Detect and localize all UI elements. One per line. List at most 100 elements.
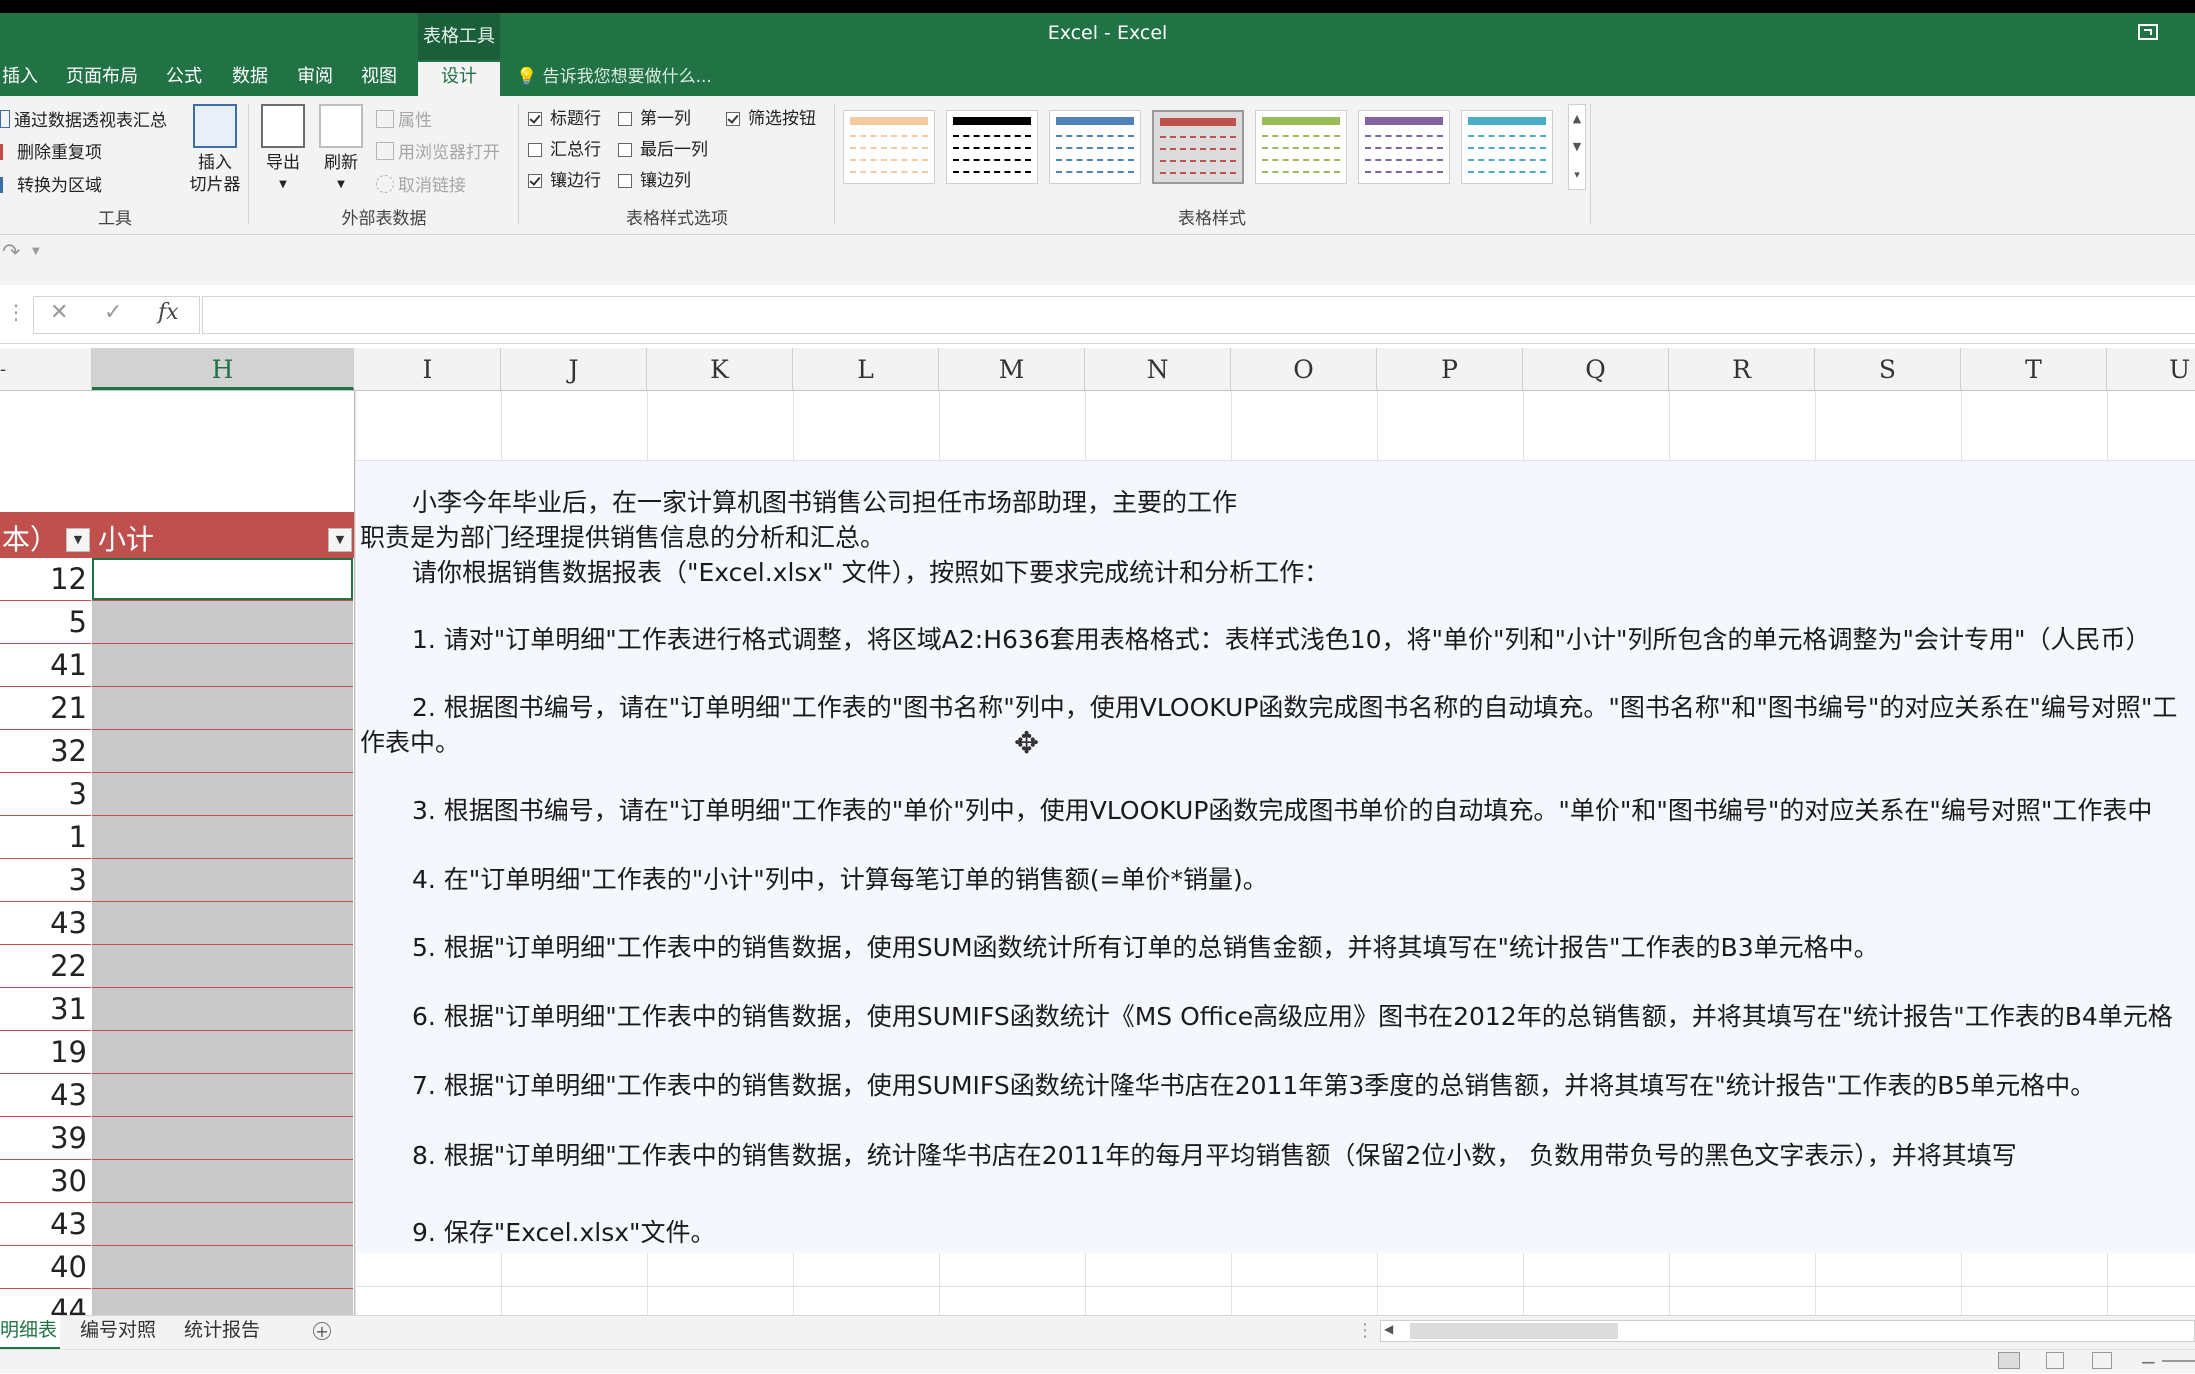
tab-data[interactable]: 数据 (232, 62, 268, 96)
option-banded-columns[interactable]: 镶边列 (618, 166, 691, 191)
table-cell-subtotal[interactable] (92, 1031, 353, 1074)
option-last-column[interactable]: 最后一列 (618, 135, 708, 160)
table-cell-quantity[interactable]: 32 (0, 730, 91, 773)
table-cell-quantity[interactable]: 19 (0, 1031, 91, 1074)
redo-icon[interactable]: ↷ (2, 240, 20, 265)
page-layout-view-icon[interactable] (2046, 1352, 2064, 1369)
table-cell-quantity[interactable]: 43 (0, 902, 91, 945)
column-header[interactable]: P (1377, 348, 1523, 390)
column-header[interactable]: T (1961, 348, 2107, 390)
column-header-g-partial[interactable]: ‑ (0, 348, 92, 390)
convert-to-range-button[interactable]: 转换为区域 (0, 171, 102, 196)
table-cell-subtotal[interactable] (92, 859, 353, 902)
column-header[interactable]: N (1085, 348, 1231, 390)
column-header[interactable]: J (501, 348, 647, 390)
gallery-scroll-buttons[interactable]: ▲ ▼ ▾ (1568, 104, 1586, 190)
active-cell[interactable] (92, 558, 353, 600)
sheet-tab-code-lookup[interactable]: 编号对照 (80, 1315, 156, 1347)
unlink-button[interactable]: 取消链接 (376, 171, 466, 196)
scroll-left-icon[interactable]: ◀ (1384, 1322, 1393, 1336)
properties-button[interactable]: 属性 (376, 106, 432, 131)
column-header[interactable]: I (355, 348, 501, 390)
option-first-column[interactable]: 第一列 (618, 104, 691, 129)
table-cell-subtotal[interactable] (92, 988, 353, 1031)
enter-icon[interactable]: ✓ (104, 300, 122, 325)
table-style-swatch[interactable] (1255, 110, 1347, 184)
table-cell-quantity[interactable]: 3 (0, 773, 91, 816)
tab-insert[interactable]: 插入 (2, 62, 38, 96)
insert-slicer-button[interactable]: 插入 切片器 (186, 104, 244, 196)
table-cell-subtotal[interactable] (92, 730, 353, 773)
tab-design[interactable]: 设计 (418, 62, 500, 96)
table-cell-subtotal[interactable] (92, 773, 353, 816)
table-cell-quantity[interactable]: 39 (0, 1117, 91, 1160)
export-button[interactable]: 导出 ▼ (258, 104, 308, 196)
option-total-row[interactable]: 汇总行 (528, 135, 601, 160)
table-cell-subtotal[interactable] (92, 902, 353, 945)
sheet-tab-report[interactable]: 统计报告 (184, 1315, 260, 1347)
zoom-slider[interactable] (2162, 1360, 2195, 1362)
table-cell-quantity[interactable]: 21 (0, 687, 91, 730)
column-header[interactable]: M (939, 348, 1085, 390)
table-cell-quantity[interactable]: 1 (0, 816, 91, 859)
insert-function-icon[interactable]: fx (158, 300, 179, 325)
cancel-icon[interactable]: ✕ (50, 300, 68, 325)
column-header[interactable]: U (2107, 348, 2195, 390)
tab-page-layout[interactable]: 页面布局 (66, 62, 138, 96)
table-cell-quantity[interactable]: 12 (0, 558, 91, 601)
table-style-swatch[interactable] (1152, 110, 1244, 184)
option-header-row[interactable]: 标题行 (528, 104, 601, 129)
table-style-swatch[interactable] (1461, 110, 1553, 184)
normal-view-icon[interactable] (1998, 1352, 2020, 1369)
name-box-resize-handle[interactable]: ⋮ (6, 300, 26, 324)
column-header[interactable]: R (1669, 348, 1815, 390)
column-header[interactable]: O (1231, 348, 1377, 390)
tab-review[interactable]: 审阅 (297, 62, 333, 96)
tab-view[interactable]: 视图 (361, 62, 397, 96)
remove-duplicates-button[interactable]: 删除重复项 (0, 138, 102, 163)
tab-split-handle[interactable]: ⋮ (1356, 1320, 1374, 1341)
table-cell-subtotal[interactable] (92, 644, 353, 687)
column-header-h[interactable]: H (92, 348, 354, 390)
table-style-swatch[interactable] (1049, 110, 1141, 184)
tell-me-search[interactable]: 💡 告诉我您想要做什么... (516, 62, 712, 92)
table-cell-quantity[interactable]: 22 (0, 945, 91, 988)
table-style-swatch[interactable] (946, 110, 1038, 184)
table-cell-subtotal[interactable] (92, 1074, 353, 1117)
zoom-out-icon[interactable]: − (2140, 1350, 2157, 1374)
table-cell-subtotal[interactable] (92, 601, 353, 644)
option-filter-button[interactable]: 筛选按钮 (726, 104, 816, 129)
formula-input[interactable] (202, 296, 2195, 334)
column-header[interactable]: S (1815, 348, 1961, 390)
summarize-pivot-button[interactable]: 通过数据透视表汇总 (0, 106, 167, 131)
tab-formulas[interactable]: 公式 (166, 62, 202, 96)
ribbon-display-options-icon[interactable] (2138, 24, 2158, 40)
table-cell-subtotal[interactable] (92, 1203, 353, 1246)
redo-dropdown-icon[interactable]: ▼ (32, 246, 40, 257)
table-style-swatch[interactable] (843, 110, 935, 184)
table-cell-subtotal[interactable] (92, 945, 353, 988)
header-cell-g[interactable]: 本） (2, 518, 58, 558)
table-cell-quantity[interactable]: 40 (0, 1246, 91, 1289)
column-header[interactable]: K (647, 348, 793, 390)
table-cell-quantity[interactable]: 43 (0, 1074, 91, 1117)
table-cell-subtotal[interactable] (92, 816, 353, 859)
table-cell-subtotal[interactable] (92, 1246, 353, 1289)
table-cell-subtotal[interactable] (92, 1117, 353, 1160)
option-banded-rows[interactable]: 镶边行 (528, 166, 601, 191)
table-cell-quantity[interactable]: 41 (0, 644, 91, 687)
column-header[interactable]: L (793, 348, 939, 390)
column-header[interactable]: Q (1523, 348, 1669, 390)
table-style-swatch[interactable] (1358, 110, 1450, 184)
filter-dropdown-icon[interactable]: ▼ (328, 528, 352, 552)
sheet-tab-detail[interactable]: 明细表 (0, 1315, 60, 1350)
scroll-thumb[interactable] (1410, 1323, 1618, 1339)
refresh-button[interactable]: 刷新 ▼ (316, 104, 366, 196)
page-break-view-icon[interactable] (2092, 1352, 2112, 1369)
table-cell-quantity[interactable]: 31 (0, 988, 91, 1031)
add-sheet-icon[interactable]: + (313, 1322, 331, 1340)
table-cell-quantity[interactable]: 3 (0, 859, 91, 902)
table-cell-quantity[interactable]: 43 (0, 1203, 91, 1246)
table-cell-subtotal[interactable] (92, 1160, 353, 1203)
table-cell-subtotal[interactable] (92, 687, 353, 730)
